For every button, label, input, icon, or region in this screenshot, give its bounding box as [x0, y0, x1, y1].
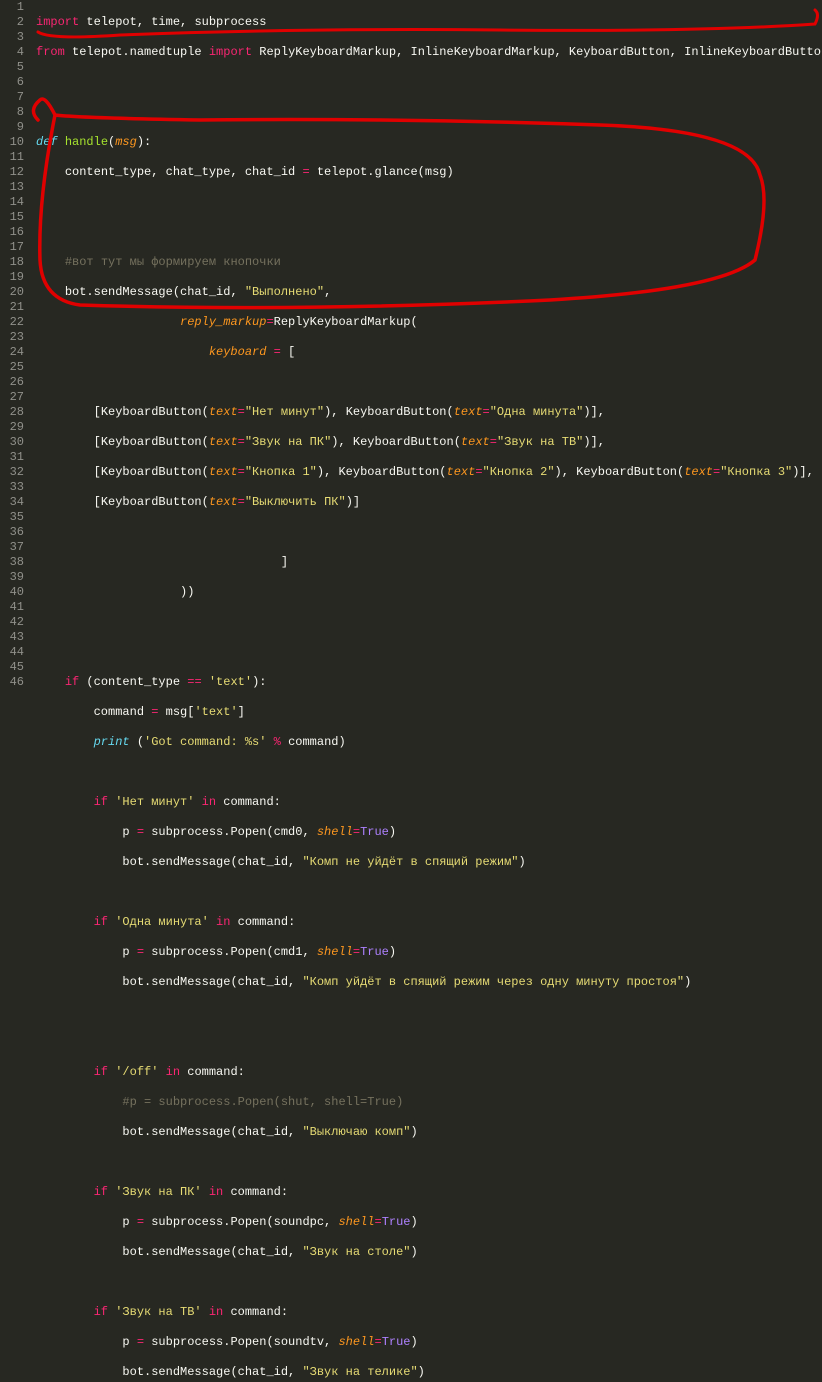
code-line: bot.sendMessage(chat_id, "Комп не уйдёт …	[36, 855, 822, 870]
code-line: if (content_type == 'text'):	[36, 675, 822, 690]
code-line: [KeyboardButton(text="Кнопка 1"), Keyboa…	[36, 465, 822, 480]
code-line: p = subprocess.Popen(cmd0, shell=True)	[36, 825, 822, 840]
code-line: #p = subprocess.Popen(shut, shell=True)	[36, 1095, 822, 1110]
code-line: p = subprocess.Popen(soundtv, shell=True…	[36, 1335, 822, 1350]
code-line: [KeyboardButton(text="Выключить ПК")]	[36, 495, 822, 510]
code-line: [KeyboardButton(text="Нет минут"), Keybo…	[36, 405, 822, 420]
code-line: def handle(msg):	[36, 135, 822, 150]
code-line: p = subprocess.Popen(cmd1, shell=True)	[36, 945, 822, 960]
code-line: bot.sendMessage(chat_id, "Звук на телике…	[36, 1365, 822, 1380]
code-editor[interactable]: 1234567891011121314151617181920212223242…	[0, 0, 822, 1382]
code-line: bot.sendMessage(chat_id, "Комп уйдёт в с…	[36, 975, 822, 990]
code-line: from telepot.namedtuple import ReplyKeyb…	[36, 45, 822, 60]
code-line: command = msg['text']	[36, 705, 822, 720]
code-line: if 'Нет минут' in command:	[36, 795, 822, 810]
code-line: content_type, chat_type, chat_id = telep…	[36, 165, 822, 180]
code-line: bot.sendMessage(chat_id, "Звук на столе"…	[36, 1245, 822, 1260]
code-line: if '/off' in command:	[36, 1065, 822, 1080]
code-line: if 'Звук на ТВ' in command:	[36, 1305, 822, 1320]
code-line: reply_markup=ReplyKeyboardMarkup(	[36, 315, 822, 330]
code-line: if 'Звук на ПК' in command:	[36, 1185, 822, 1200]
code-line: keyboard = [	[36, 345, 822, 360]
code-line: p = subprocess.Popen(soundpc, shell=True…	[36, 1215, 822, 1230]
code-line: print ('Got command: %s' % command)	[36, 735, 822, 750]
code-line: ]	[36, 555, 822, 570]
code-line: [KeyboardButton(text="Звук на ПК"), Keyb…	[36, 435, 822, 450]
code-content[interactable]: import telepot, time, subprocess from te…	[32, 0, 822, 1382]
code-line: #вот тут мы формируем кнопочки	[36, 255, 822, 270]
code-line: if 'Одна минута' in command:	[36, 915, 822, 930]
code-line: ))	[36, 585, 822, 600]
code-line: import telepot, time, subprocess	[36, 15, 822, 30]
line-number-gutter: 1234567891011121314151617181920212223242…	[0, 0, 32, 1382]
code-line: bot.sendMessage(chat_id, "Выключаю комп"…	[36, 1125, 822, 1140]
code-line: bot.sendMessage(chat_id, "Выполнено",	[36, 285, 822, 300]
